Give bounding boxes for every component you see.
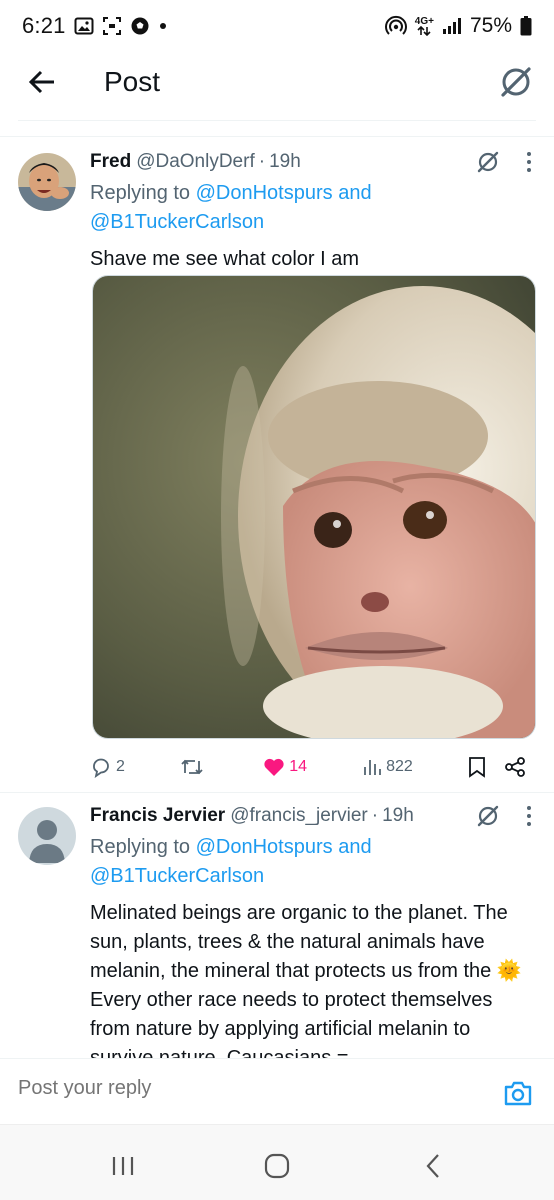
- replying-to: Replying to @DonHotspurs and @B1TuckerCa…: [90, 833, 532, 891]
- monkey-photo: [93, 276, 535, 738]
- post-body: Fred @DaOnlyDerf · 19h Replying to @DonH…: [90, 147, 532, 274]
- camera-button[interactable]: [502, 1077, 534, 1109]
- and-label: and: [338, 182, 372, 204]
- status-bar: 6:21 4G+ 75%: [0, 0, 554, 52]
- system-back-button[interactable]: [416, 1151, 450, 1181]
- more-vertical-icon: [527, 806, 531, 826]
- reply-post[interactable]: Fred @DaOnlyDerf · 19h Replying to @DonH…: [0, 137, 554, 791]
- separator-dot: ·: [258, 151, 266, 172]
- view-count: 822: [386, 758, 413, 775]
- back-button[interactable]: [24, 64, 60, 100]
- mention-link[interactable]: @DonHotspurs: [196, 182, 333, 204]
- default-avatar[interactable]: [18, 807, 76, 865]
- status-time: 6:21: [22, 13, 66, 38]
- gallery-notification-icon: [74, 16, 94, 36]
- display-name[interactable]: Fred: [90, 151, 131, 173]
- camera-icon: [504, 1081, 532, 1106]
- bookmark-icon: [469, 757, 485, 778]
- grok-icon: [501, 67, 531, 97]
- post-body: Francis Jervier @francis_jervier · 19h R…: [90, 801, 532, 1058]
- bookmark-button[interactable]: [468, 756, 486, 778]
- more-notifications-dot-icon: [158, 21, 168, 31]
- post-time: 19h: [382, 805, 414, 826]
- reply-count: 2: [116, 758, 125, 775]
- grok-explain-button[interactable]: [476, 150, 500, 174]
- battery-icon: [520, 16, 532, 36]
- network-label: 4G+: [414, 15, 434, 27]
- more-vertical-icon: [527, 152, 531, 172]
- more-options-button[interactable]: [526, 805, 532, 827]
- and-label: and: [338, 836, 372, 858]
- chevron-left-icon: [426, 1154, 439, 1178]
- post-image[interactable]: [92, 275, 536, 739]
- more-options-button[interactable]: [526, 151, 532, 173]
- hotspot-icon: [384, 15, 407, 37]
- back-arrow-icon: [28, 70, 54, 94]
- like-button[interactable]: 14: [263, 757, 307, 777]
- post-text-part2: Every other race needs to protect themse…: [90, 989, 493, 1058]
- reply-composer: [0, 1058, 554, 1124]
- replying-prefix: Replying to: [90, 836, 191, 858]
- share-icon: [505, 757, 525, 777]
- home-icon: [264, 1153, 290, 1179]
- screenshot-notification-icon: [102, 16, 122, 36]
- mention-link[interactable]: @DonHotspurs: [196, 836, 333, 858]
- reply-input[interactable]: [18, 1077, 478, 1100]
- network-4g-icon: 4G+: [414, 15, 434, 36]
- reply-icon: [93, 758, 109, 778]
- grok-icon: [477, 805, 499, 827]
- previous-post-edge: [18, 120, 536, 121]
- reply-post[interactable]: Francis Jervier @francis_jervier · 19h R…: [0, 793, 554, 1058]
- sun-emoji: 🌞: [496, 960, 522, 982]
- save-share-group: [468, 756, 526, 778]
- like-count: 14: [289, 758, 307, 775]
- system-navigation-bar: [0, 1124, 554, 1200]
- recent-apps-icon: [112, 1157, 134, 1175]
- avatar[interactable]: [18, 153, 76, 211]
- mention-link[interactable]: @B1TuckerCarlson: [90, 865, 264, 887]
- post-time: 19h: [269, 151, 301, 172]
- post-header: Fred @DaOnlyDerf · 19h: [90, 147, 532, 177]
- post-text: Shave me see what color I am: [90, 248, 360, 270]
- top-app-bar: Post: [0, 52, 554, 114]
- replying-prefix: Replying to: [90, 182, 191, 204]
- page-title: Post: [104, 66, 161, 97]
- views-button[interactable]: 822: [362, 757, 413, 777]
- grok-explain-button[interactable]: [476, 804, 500, 828]
- repost-icon: [181, 759, 203, 775]
- signal-strength-icon: [442, 17, 462, 35]
- share-button[interactable]: [504, 756, 526, 778]
- replying-to: Replying to @DonHotspurs and @B1TuckerCa…: [90, 179, 532, 237]
- separator-dot: ·: [371, 805, 379, 826]
- post-text: Melinated beings are organic to the plan…: [90, 899, 532, 1058]
- post-text-part1: Melinated beings are organic to the plan…: [90, 902, 508, 982]
- battery-percent: 75%: [469, 14, 512, 37]
- soccer-ball-icon: [130, 16, 150, 36]
- post-header: Francis Jervier @francis_jervier · 19h: [90, 801, 532, 831]
- post-action-bar: 2 14 822: [90, 752, 526, 782]
- home-button[interactable]: [260, 1151, 294, 1181]
- analytics-icon: [364, 760, 382, 775]
- user-handle[interactable]: @francis_jervier: [230, 805, 368, 827]
- grok-icon: [477, 151, 499, 173]
- display-name[interactable]: Francis Jervier: [90, 805, 225, 827]
- recent-apps-button[interactable]: [106, 1151, 140, 1181]
- grok-button[interactable]: [496, 62, 536, 102]
- repost-button[interactable]: [180, 756, 208, 778]
- reply-button[interactable]: 2: [90, 756, 125, 778]
- user-handle[interactable]: @DaOnlyDerf: [136, 151, 255, 173]
- mention-link[interactable]: @B1TuckerCarlson: [90, 211, 264, 233]
- heart-filled-icon: [264, 758, 284, 776]
